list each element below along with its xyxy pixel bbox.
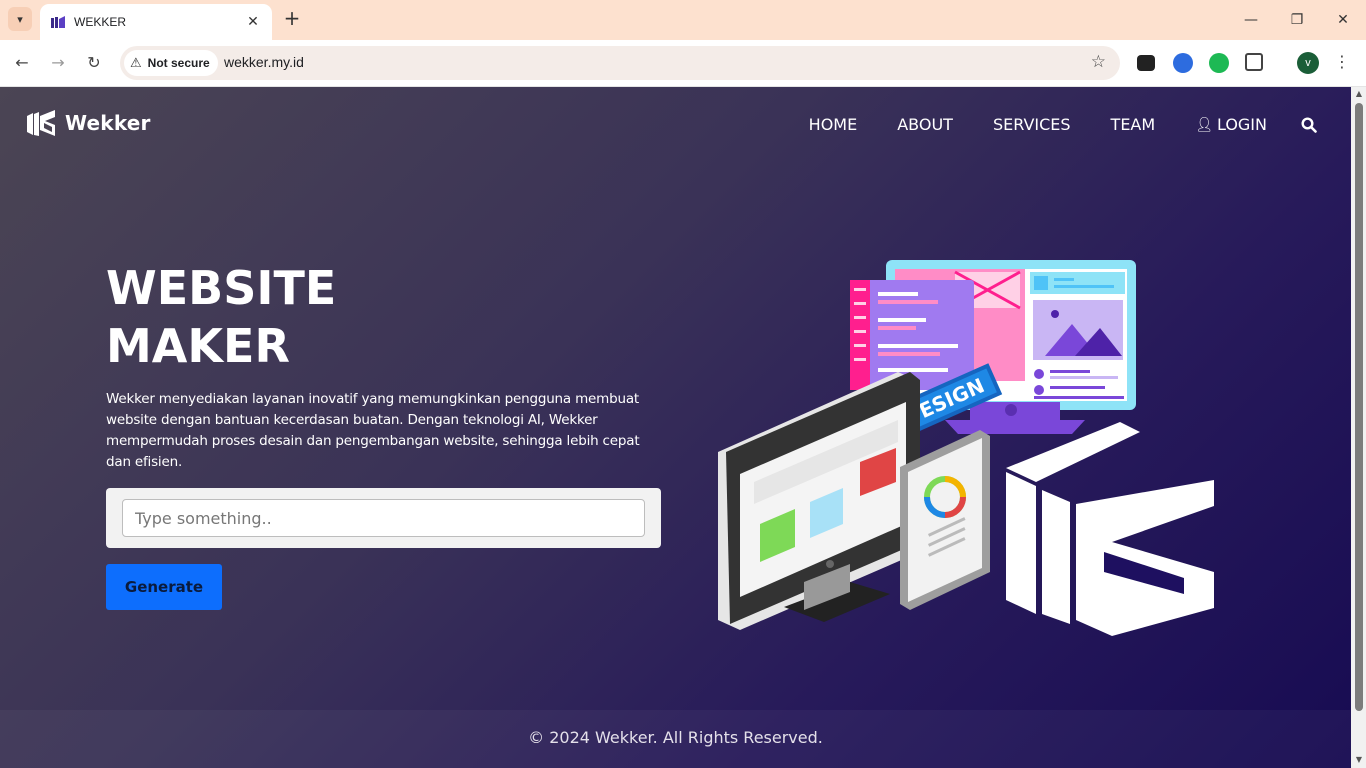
nav-team[interactable]: TEAM xyxy=(1111,115,1156,134)
generate-button[interactable]: Generate xyxy=(106,564,222,610)
back-button[interactable]: ← xyxy=(10,51,34,75)
nav-login-label: LOGIN xyxy=(1216,115,1267,134)
address-bar[interactable]: ⚠ Not secure wekker.my.id ☆ xyxy=(120,46,1120,80)
extension-icon-1[interactable] xyxy=(1137,55,1155,71)
hero-description: Wekker menyediakan layanan inovatif yang… xyxy=(106,391,640,470)
main-nav: HOME ABOUT SERVICES TEAM 👤︎ LOGIN xyxy=(769,115,1317,134)
browser-tabstrip: ▾ WEKKER ✕ + — ❐ ✕ xyxy=(0,0,1366,40)
search-icon[interactable] xyxy=(1301,116,1317,133)
user-icon: 👤︎ xyxy=(1195,116,1213,133)
extension-icon-2[interactable] xyxy=(1173,53,1193,73)
tab-search-icon[interactable]: ▾ xyxy=(8,7,32,31)
prompt-input[interactable] xyxy=(122,499,645,537)
new-tab-button[interactable]: + xyxy=(281,8,303,30)
nav-home[interactable]: HOME xyxy=(809,115,858,134)
web-page: Wekker HOME ABOUT SERVICES TEAM 👤︎ LOGIN … xyxy=(0,87,1351,768)
tab-title: WEKKER xyxy=(74,15,127,29)
browser-menu-icon[interactable]: ⋮ xyxy=(1334,52,1350,71)
security-label: Not secure xyxy=(147,56,210,70)
extensions-puzzle-icon[interactable] xyxy=(1245,53,1263,71)
browser-tab[interactable]: WEKKER ✕ xyxy=(40,4,272,40)
browser-toolbar: ← → ↻ ⚠ Not secure wekker.my.id ☆ v ⋮ xyxy=(0,40,1366,87)
scroll-up-arrow-icon[interactable]: ▲ xyxy=(1354,89,1364,98)
reload-button[interactable]: ↻ xyxy=(82,51,106,75)
logo-text: Wekker xyxy=(65,111,151,135)
website-design-illustration: DESIGN xyxy=(718,260,1214,636)
site-logo[interactable]: Wekker xyxy=(25,108,151,138)
tab-close-icon[interactable]: ✕ xyxy=(244,14,262,30)
scroll-down-arrow-icon[interactable]: ▼ xyxy=(1354,755,1364,764)
security-chip[interactable]: ⚠ Not secure xyxy=(124,50,218,76)
hero-title-line1: WEBSITE xyxy=(106,261,337,315)
profile-avatar[interactable]: v xyxy=(1297,52,1319,74)
scroll-thumb[interactable] xyxy=(1355,103,1363,711)
wekker-logo-icon xyxy=(27,110,55,136)
warning-icon: ⚠ xyxy=(130,55,142,71)
page-scrollbar[interactable]: ▲ ▼ xyxy=(1351,87,1366,768)
close-window-button[interactable]: ✕ xyxy=(1328,8,1358,32)
footer-copyright: © 2024 Wekker. All Rights Reserved. xyxy=(528,728,823,747)
extension-icon-3[interactable] xyxy=(1209,53,1229,73)
url-text[interactable]: wekker.my.id xyxy=(224,54,304,70)
bookmark-star-icon[interactable]: ☆ xyxy=(1091,52,1106,72)
forward-button[interactable]: → xyxy=(46,51,70,75)
wekker-favicon-icon xyxy=(51,16,65,28)
restore-button[interactable]: ❐ xyxy=(1282,8,1312,32)
minimize-button[interactable]: — xyxy=(1236,8,1266,32)
nav-services[interactable]: SERVICES xyxy=(993,115,1071,134)
nav-about[interactable]: ABOUT xyxy=(897,115,953,134)
site-footer: © 2024 Wekker. All Rights Reserved. xyxy=(0,710,1351,768)
nav-login[interactable]: 👤︎ LOGIN xyxy=(1195,115,1267,134)
hero-title-line2: MAKER xyxy=(106,319,290,373)
hero-title: WEBSITE MAKER xyxy=(106,259,526,375)
prompt-box xyxy=(106,488,661,548)
